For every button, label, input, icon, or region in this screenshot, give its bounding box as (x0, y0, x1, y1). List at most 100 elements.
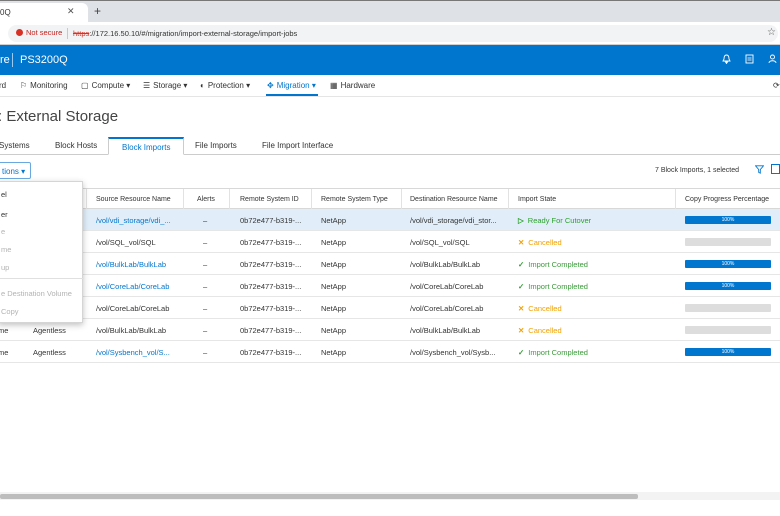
bookmark-star-icon[interactable]: ☆ (767, 27, 776, 38)
url-text[interactable]: https://172.16.50.10/#/migration/import-… (73, 29, 297, 38)
copy-progress-label: 100% (721, 349, 735, 355)
table-row[interactable]: /vol/CoreLab/CoreLab – 0b72e477-b319-... Ne… (0, 297, 780, 319)
settings-icon[interactable]: ⟳ (773, 81, 780, 90)
nav-item-storage[interactable]: ☰ Storage ▾ (143, 81, 187, 90)
copy-progress-bar: 100% (685, 282, 771, 290)
source-resource-name[interactable]: /vol/CoreLab/CoreLab (96, 282, 169, 291)
tab-file-imports[interactable]: File Imports (195, 141, 237, 150)
menu-item-copy[interactable]: Copy (1, 307, 19, 316)
table-row[interactable]: me Agentless/vol/Sysbench_vol/S... – 0b72e4… (0, 341, 780, 363)
nav-item-compute-label: Compute ▾ (91, 81, 131, 90)
browser-tab[interactable]: 0Q ✕ (0, 3, 88, 22)
menu-item-resume[interactable]: me (1, 245, 11, 254)
columns-icon[interactable] (771, 164, 780, 174)
filter-icon[interactable] (754, 165, 765, 176)
remote-system-id: 0b72e477-b319-... (240, 304, 302, 313)
page-title: : External Storage (0, 108, 119, 125)
column-header[interactable]: Copy Progress Percentage (685, 196, 769, 203)
import-state-label: Ready For Cutover (527, 216, 592, 225)
address-divider (67, 28, 68, 39)
menu-item-cutover[interactable]: er (1, 210, 8, 219)
more-actions-button[interactable]: tions ▾ (0, 162, 31, 179)
column-divider (229, 189, 230, 209)
user-icon[interactable] (768, 54, 777, 67)
nav-item-monitoring[interactable]: ⚐ Monitoring (20, 81, 68, 90)
more-actions-menu: el er e me up e Destination Volume Copy (0, 181, 84, 323)
table-row[interactable]: /vol/vdi_storage/vdi_... – 0b72e477-b319-.… (0, 209, 780, 231)
address-bar[interactable]: Not secure https://172.16.50.10/#/migrat… (8, 25, 778, 42)
menu-item-destination-volume[interactable]: e Destination Volume (1, 289, 72, 298)
destination-resource-name: /vol/SQL_vol/SQL (410, 238, 470, 247)
destination-resource-name: /vol/Sysbench_vol/Sysb... (410, 348, 496, 357)
column-header[interactable]: Remote System ID (240, 196, 299, 203)
remote-system-type: NetApp (321, 304, 347, 313)
tab-block-imports[interactable]: Block Imports (108, 137, 185, 155)
nav-item-migration[interactable]: ✥ Migration ▾ (267, 81, 316, 90)
remote-system-id: 0b72e477-b319-... (240, 348, 302, 357)
remote-system-type: NetApp (321, 326, 347, 335)
menu-item-cancel[interactable]: el (1, 190, 7, 199)
column-header[interactable]: Destination Resource Name (410, 196, 498, 203)
nav-item-dashboard[interactable]: rd (0, 81, 6, 90)
import-state-label: Cancelled (528, 238, 562, 247)
alerts-cell: – (203, 304, 208, 313)
import-state: ✓ Import Completed (518, 282, 588, 291)
column-header[interactable]: Import State (518, 196, 556, 203)
import-state: ▷ Ready For Cutover (518, 216, 591, 225)
import-state-label: Cancelled (528, 326, 562, 335)
close-tab-icon[interactable]: ✕ (67, 6, 75, 17)
table-row[interactable]: me Agentless/vol/BulkLab/BulkLab – 0b72e477… (0, 319, 780, 341)
tab-systems[interactable]: Systems (0, 141, 30, 150)
new-tab-icon[interactable]: + (94, 4, 101, 18)
menu-item-pause[interactable]: e (1, 227, 5, 236)
nav-active-indicator (266, 94, 318, 96)
import-state-label: Import Completed (528, 260, 588, 269)
row-col-b: Agentless (33, 326, 66, 335)
row-col-b: Agentless (33, 348, 66, 357)
security-indicator[interactable]: Not secure (16, 28, 62, 37)
tab-file-import-interface[interactable]: File Import Interface (262, 141, 333, 150)
table-row[interactable]: /vol/BulkLab/BulkLab – 0b72e477-b319-... Ne… (0, 253, 780, 275)
import-state: ✓ Import Completed (518, 348, 588, 357)
column-divider (401, 189, 402, 209)
column-divider (675, 189, 676, 209)
check-icon: ✓ (518, 348, 525, 357)
migration-icon: ✥ (267, 81, 274, 90)
remote-system-id: 0b72e477-b319-... (240, 216, 302, 225)
document-icon[interactable] (745, 54, 754, 67)
nav-item-protection[interactable]: ◐ Protection ▾ (200, 81, 250, 90)
tab-block-hosts[interactable]: Block Hosts (55, 141, 97, 150)
window-top-border (0, 0, 780, 1)
column-divider (311, 189, 312, 209)
source-resource-name[interactable]: /vol/vdi_storage/vdi_... (96, 216, 171, 225)
row-col-a: me (0, 326, 9, 335)
brand-logo: re (0, 54, 10, 66)
column-header[interactable]: Remote System Type (321, 196, 388, 203)
remote-system-type: NetApp (321, 238, 347, 247)
table-row[interactable]: /vol/CoreLab/CoreLab – 0b72e477-b319-... Ne… (0, 275, 780, 297)
flag-icon: ⚐ (20, 81, 28, 90)
remote-system-id: 0b72e477-b319-... (240, 260, 302, 269)
alerts-cell: – (203, 326, 208, 335)
column-header[interactable]: Source Resource Name (96, 196, 171, 203)
nav-item-hardware-label: Hardware (340, 81, 376, 90)
check-icon: ✓ (518, 260, 525, 269)
alerts-cell: – (203, 282, 208, 291)
app-header: re PS3200Q (0, 45, 780, 75)
horizontal-scrollbar-thumb[interactable] (0, 494, 638, 499)
column-header[interactable]: Alerts (197, 196, 215, 203)
nav-item-hardware[interactable]: ▦ Hardware (330, 81, 375, 90)
copy-progress-bar: 100% (685, 216, 771, 224)
system-name: PS3200Q (20, 54, 68, 66)
import-state-label: Cancelled (528, 304, 562, 313)
table-row[interactable]: /vol/SQL_vol/SQL – 0b72e477-b319-... NetApp… (0, 231, 780, 253)
nav-item-compute[interactable]: ▢ Compute ▾ (81, 81, 130, 90)
import-state-label: Import Completed (528, 348, 588, 357)
source-resource-name[interactable]: /vol/BulkLab/BulkLab (96, 260, 166, 269)
import-state: ✓ Import Completed (518, 260, 588, 269)
source-resource-name[interactable]: /vol/Sysbench_vol/S... (96, 348, 170, 357)
import-state-label: Import Completed (528, 282, 588, 291)
menu-item-cleanup[interactable]: up (1, 263, 9, 272)
column-divider (508, 189, 509, 209)
bell-icon[interactable] (722, 54, 731, 67)
